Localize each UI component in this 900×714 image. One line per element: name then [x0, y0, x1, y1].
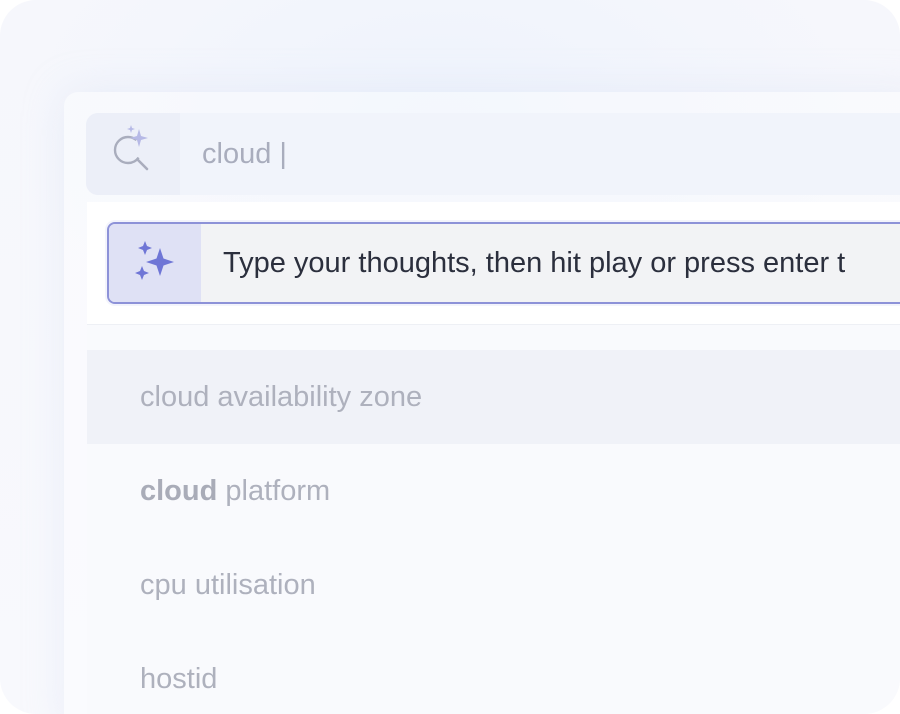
ai-prompt-field[interactable]: Type your thoughts, then hit play or pre…	[107, 222, 900, 304]
suggestion-text: platform	[217, 475, 331, 507]
suggestion-text: cpu utilisation	[140, 569, 316, 601]
ai-prompt-section: Type your thoughts, then hit play or pre…	[87, 202, 900, 325]
sparkle-button[interactable]	[109, 224, 201, 302]
ai-search-icon[interactable]	[109, 124, 157, 185]
search-input[interactable]: cloud |	[202, 113, 287, 195]
suggestion-item[interactable]: cpu utilisation	[87, 538, 900, 632]
app-frame: cloud | Type your thoughts, then hit pla…	[0, 0, 900, 714]
search-bar[interactable]: cloud |	[86, 113, 900, 195]
ai-prompt-placeholder[interactable]: Type your thoughts, then hit play or pre…	[223, 224, 845, 302]
suggestion-item[interactable]: cloud platform	[87, 444, 900, 538]
sparkles-icon	[132, 239, 178, 288]
suggestion-item[interactable]: cloud availability zone	[87, 350, 900, 444]
search-icon-container[interactable]	[86, 113, 180, 195]
suggestion-text: hostid	[140, 663, 218, 695]
suggestion-text: cloud availability zone	[140, 381, 423, 413]
suggestion-match: cloud	[140, 475, 218, 507]
suggestion-dropdown: Type your thoughts, then hit play or pre…	[87, 202, 900, 714]
suggestion-item[interactable]: hostid	[87, 632, 900, 714]
